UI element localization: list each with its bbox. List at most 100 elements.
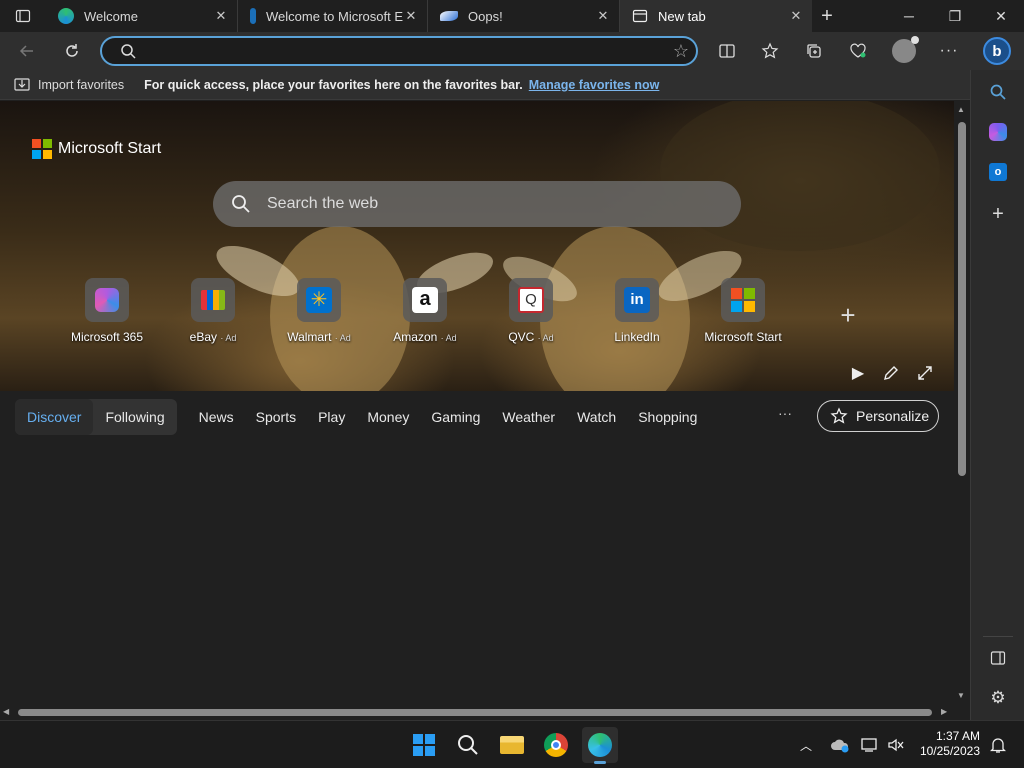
scroll-down-icon[interactable]: ▼ (957, 691, 965, 700)
manage-favorites-link[interactable]: Manage favorites now (529, 78, 660, 92)
sidebar-outlook-button[interactable]: o (971, 156, 1024, 188)
restore-button[interactable]: ❐ (932, 0, 978, 32)
browser-essentials-button[interactable] (841, 35, 875, 67)
new-tab-button[interactable]: + (812, 0, 842, 32)
plus-icon: + (992, 202, 1004, 225)
close-tab-icon[interactable]: ✕ (213, 8, 229, 24)
taskbar-search-button[interactable] (450, 727, 486, 763)
sidebar-copilot-button[interactable] (971, 116, 1024, 148)
feed-item-money[interactable]: Money (367, 409, 409, 425)
feed-item-shopping[interactable]: Shopping (638, 409, 697, 425)
tab-actions-button[interactable] (0, 0, 46, 32)
bing-copilot-button[interactable]: b (980, 35, 1014, 67)
personalize-button[interactable]: Personalize (817, 400, 939, 432)
import-favorites-button[interactable]: Import favorites (14, 78, 124, 92)
tab-title: Welcome (84, 8, 138, 24)
sidebar-search-button[interactable] (971, 76, 1024, 108)
notifications-button[interactable] (980, 727, 1016, 763)
profile-button[interactable] (887, 35, 921, 67)
feed-item-sports[interactable]: Sports (256, 409, 296, 425)
play-video-button[interactable]: ▶ (847, 363, 869, 383)
swoosh-icon (440, 11, 458, 21)
linkedin-icon: in (624, 287, 650, 313)
quick-link-microsoft-start[interactable]: Microsoft Start (688, 278, 798, 344)
add-quick-link-button[interactable]: + (836, 302, 860, 328)
close-window-button[interactable]: ✕ (978, 0, 1024, 32)
collections-button[interactable] (797, 35, 831, 67)
page-settings-button[interactable] (880, 363, 902, 383)
more-icon: ··· (939, 42, 959, 59)
cloud-icon (831, 739, 849, 753)
file-explorer-button[interactable] (494, 727, 530, 763)
horizontal-scroll-thumb[interactable] (18, 709, 932, 716)
fullscreen-button[interactable] (914, 363, 936, 383)
scroll-left-icon[interactable]: ◀ (3, 707, 9, 716)
back-button[interactable] (10, 36, 44, 66)
web-search-placeholder: Search the web (267, 195, 379, 212)
address-bar[interactable]: ☆ (100, 36, 698, 66)
feed-item-play[interactable]: Play (318, 409, 345, 425)
edge-taskbar-button[interactable] (582, 727, 618, 764)
search-icon (121, 44, 136, 59)
minimize-icon: ─ (904, 8, 914, 24)
scroll-right-icon[interactable]: ▶ (941, 707, 947, 716)
sidebar-hide-button[interactable] (971, 642, 1024, 674)
quick-link-amazon[interactable]: a Amazon · Ad (370, 278, 480, 344)
chrome-button[interactable] (538, 727, 574, 763)
feed-mode-toggle: Discover Following (15, 399, 177, 435)
quick-link-linkedin[interactable]: in LinkedIn (582, 278, 692, 344)
tab-new-tab[interactable]: New tab ✕ (620, 0, 812, 32)
minimize-button[interactable]: ─ (886, 0, 932, 32)
microsoft-start-logo[interactable]: Microsoft Start (32, 139, 161, 159)
sidebar-panel-icon (990, 651, 1006, 665)
search-icon (232, 195, 250, 213)
sidebar-add-button[interactable]: + (971, 198, 1024, 230)
volume-button[interactable] (878, 727, 914, 763)
tab-following[interactable]: Following (93, 399, 176, 435)
import-favorites-label: Import favorites (38, 77, 125, 92)
address-input[interactable] (146, 43, 666, 59)
show-hidden-icons-button[interactable]: ︿ (788, 727, 824, 763)
play-icon: ▶ (851, 365, 865, 382)
more-feed-button[interactable]: ··· (778, 405, 792, 421)
web-search-box[interactable]: Search the web (213, 181, 741, 227)
split-screen-button[interactable] (710, 35, 744, 67)
close-tab-icon[interactable]: ✕ (788, 8, 804, 24)
gear-icon: ⚙ (990, 688, 1006, 707)
vertical-scroll-thumb[interactable] (958, 122, 966, 476)
quick-link-walmart[interactable]: ✳ Walmart · Ad (264, 278, 374, 344)
close-tab-icon[interactable]: ✕ (595, 8, 611, 24)
feed-item-weather[interactable]: Weather (502, 409, 555, 425)
tab-discover[interactable]: Discover (15, 399, 94, 435)
tab-welcome[interactable]: Welcome ✕ (46, 0, 238, 32)
feed-item-watch[interactable]: Watch (577, 409, 616, 425)
ad-label: · Ad (220, 333, 237, 343)
system-clock[interactable]: 1:37 AM 10/25/2023 (916, 729, 980, 759)
settings-more-button[interactable]: ··· (932, 35, 966, 67)
refresh-button[interactable] (55, 36, 89, 66)
feed-item-news[interactable]: News (199, 409, 234, 425)
quick-link-ebay[interactable]: eBay · Ad (158, 278, 268, 344)
start-button[interactable] (406, 727, 442, 763)
paintbrush-icon (884, 366, 898, 380)
scroll-up-icon[interactable]: ▲ (957, 105, 965, 114)
edge-icon (58, 8, 74, 24)
folder-icon (500, 736, 524, 754)
tab-oops[interactable]: Oops! ✕ (428, 0, 620, 32)
quick-link-microsoft-365[interactable]: Microsoft 365 (52, 278, 162, 344)
sidebar-settings-button[interactable]: ⚙ (971, 682, 1024, 714)
tab-title: New tab (658, 8, 706, 24)
quick-link-qvc[interactable]: Q QVC · Ad (476, 278, 586, 344)
feed-item-gaming[interactable]: Gaming (431, 409, 480, 425)
close-tab-icon[interactable]: ✕ (403, 8, 419, 24)
favorite-star-icon[interactable]: ☆ (666, 41, 696, 62)
tab-welcome-microsoft[interactable]: Welcome to Microsoft E ✕ (238, 0, 428, 32)
amazon-icon: a (412, 287, 438, 313)
newtab-icon (632, 9, 648, 23)
brand-label: Microsoft Start (58, 140, 162, 157)
bing-icon: b (983, 37, 1011, 65)
favorites-bar-message: For quick access, place your favorites h… (144, 77, 523, 92)
ad-label: · Ad (334, 333, 351, 343)
favorites-button[interactable] (753, 35, 787, 67)
edge-icon (588, 733, 612, 757)
